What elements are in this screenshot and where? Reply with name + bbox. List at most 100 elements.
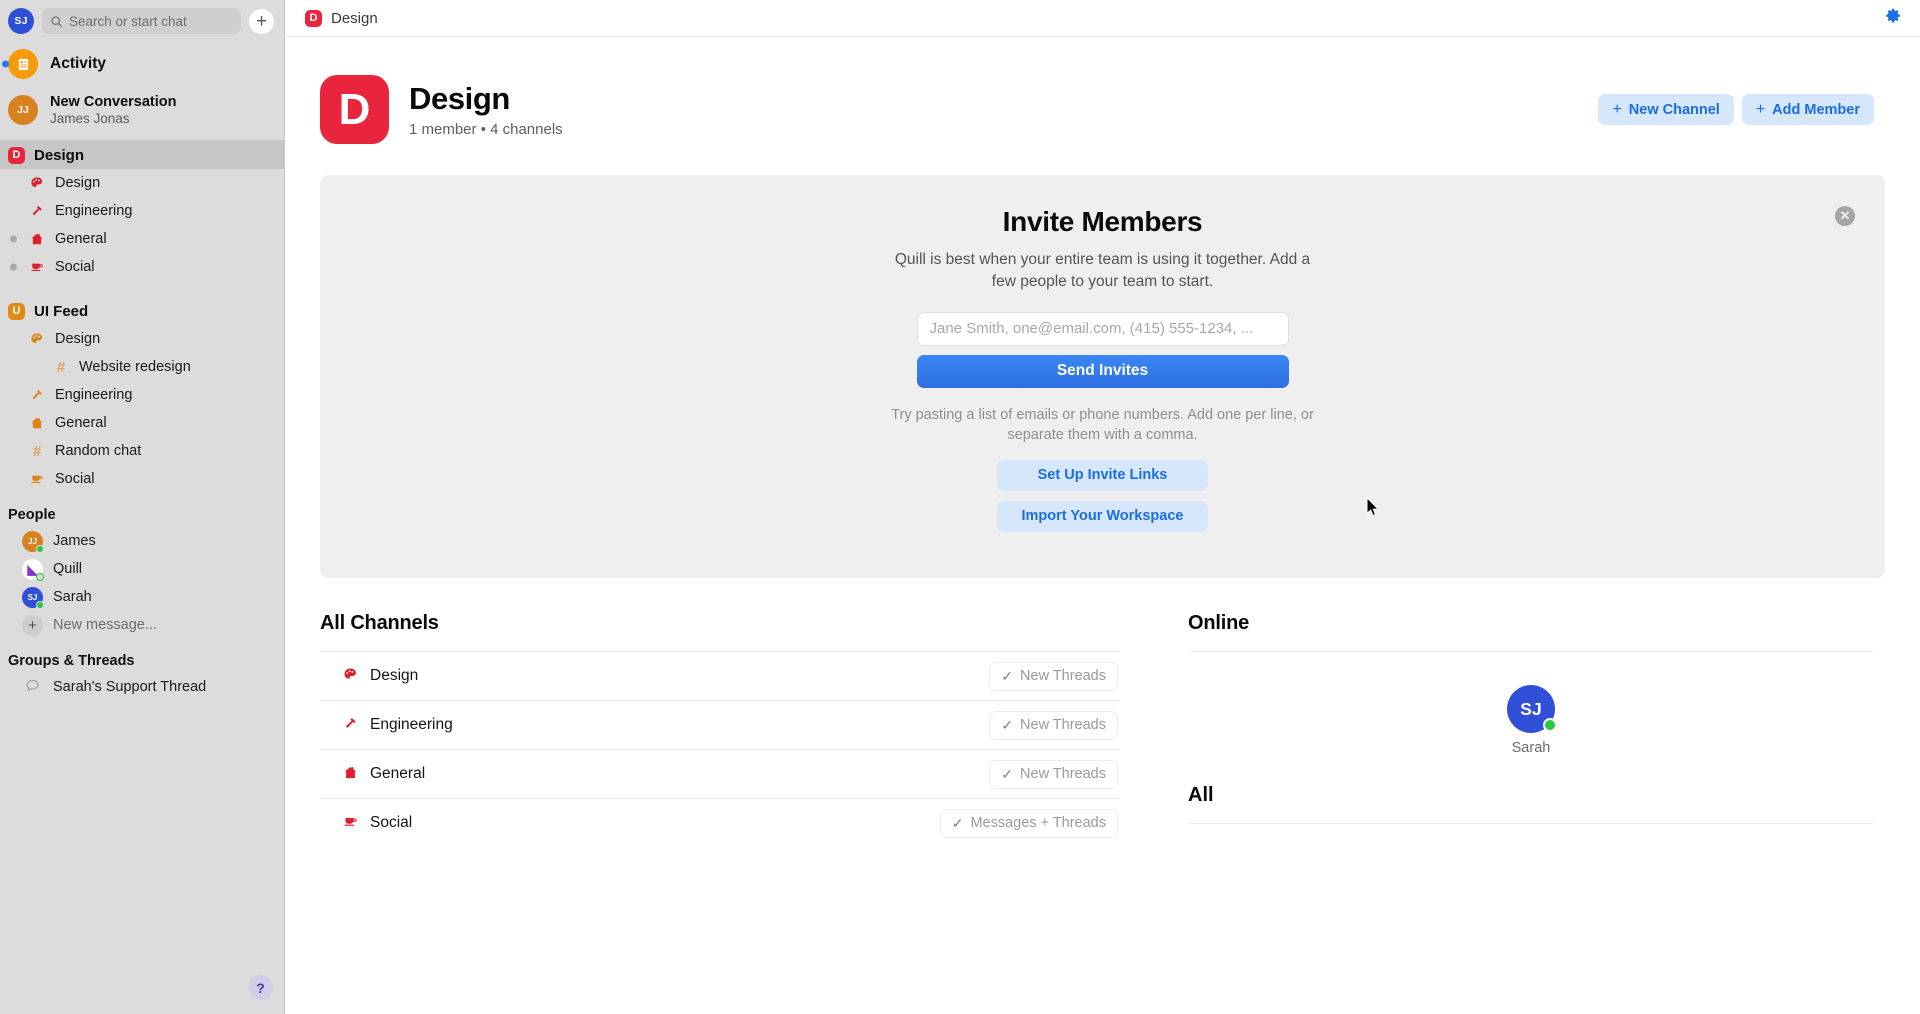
close-icon[interactable]: ✕ xyxy=(1835,206,1855,226)
workspace-avatar: D xyxy=(320,75,389,144)
main-content: D Design D Design 1 member • 4 channels … xyxy=(285,0,1920,1014)
activity-label: Activity xyxy=(50,55,106,72)
channel-unread-dot xyxy=(10,263,17,271)
new-channel-button[interactable]: + New Channel xyxy=(1598,94,1734,125)
status-badge[interactable]: ✓ New Threads xyxy=(989,710,1118,740)
workspace-label-design: Design xyxy=(34,146,85,164)
sidebar-channel-design-engineering[interactable]: Engineering xyxy=(0,197,284,225)
set-up-invite-links-button[interactable]: Set Up Invite Links xyxy=(997,459,1208,491)
top-bar: D Design xyxy=(285,0,1920,37)
status-dot-online xyxy=(1543,718,1557,732)
new-message-label: New message... xyxy=(53,617,157,633)
status-badge[interactable]: ✓ Messages + Threads xyxy=(939,808,1118,838)
sidebar-channel-design-design[interactable]: Design xyxy=(0,169,284,197)
hash-icon: # xyxy=(32,442,42,460)
status-badge[interactable]: ✓ New Threads xyxy=(989,661,1118,691)
sidebar-person-sarah[interactable]: SJ Sarah xyxy=(0,583,284,611)
all-title: All xyxy=(1188,784,1214,806)
lower-section: All Channels Design ✓ New Threads Engine… xyxy=(285,612,1920,847)
search-input[interactable]: Search or start chat xyxy=(42,8,241,34)
sidebar: SJ Search or start chat + Activity JJ Ne… xyxy=(0,0,285,1014)
sidebar-person-quill[interactable]: ◣ Quill xyxy=(0,555,284,583)
online-section: Online SJ Sarah All xyxy=(1120,612,1874,847)
table-row[interactable]: Engineering ✓ New Threads xyxy=(320,700,1120,749)
speech-bubble-icon xyxy=(22,678,43,696)
workspace-label-ui-feed: UI Feed xyxy=(34,302,89,320)
conversation-subtitle: James Jonas xyxy=(50,110,130,126)
sidebar-item-new-conversation[interactable]: JJ New Conversation James Jonas xyxy=(0,86,284,134)
invite-members-card: ✕ Invite Members Quill is best when your… xyxy=(320,175,1885,578)
sidebar-channel-design-general[interactable]: General xyxy=(0,225,284,253)
badge-label: Messages + Threads xyxy=(970,815,1106,831)
app-root: SJ Search or start chat + Activity JJ Ne… xyxy=(0,0,1920,1014)
search-placeholder: Search or start chat xyxy=(69,13,187,29)
help-icon: ? xyxy=(256,979,265,996)
page-title-block: Design 1 member • 4 channels xyxy=(409,81,563,138)
sidebar-item-activity[interactable]: Activity xyxy=(0,42,284,86)
user-avatar[interactable]: SJ xyxy=(8,8,34,34)
new-channel-label: New Channel xyxy=(1628,101,1720,118)
channel-label: Design xyxy=(55,331,101,347)
avatar: SJ xyxy=(1507,685,1557,733)
channel-label: General xyxy=(55,231,107,247)
gear-icon[interactable] xyxy=(1885,7,1902,29)
channel-label: Engineering xyxy=(55,387,133,403)
sidebar-channel-uifeed-social[interactable]: Social xyxy=(0,465,284,493)
mouse-cursor xyxy=(1366,497,1380,517)
coffee-icon xyxy=(28,472,46,486)
sidebar-channel-uifeed-random-chat[interactable]: # Random chat xyxy=(0,437,284,465)
channel-label: Engineering xyxy=(55,203,133,219)
all-channels-list: Design ✓ New Threads Engineering ✓ New T… xyxy=(320,651,1120,847)
person-label: Quill xyxy=(53,561,83,577)
conversation-avatar: JJ xyxy=(8,95,38,125)
user-avatar-initials: SJ xyxy=(14,15,28,27)
badge-label: New Threads xyxy=(1020,766,1106,782)
channel-name: Design xyxy=(370,667,419,684)
sidebar-workspace-design[interactable]: D Design xyxy=(0,141,284,169)
online-title: Online xyxy=(1188,612,1250,634)
conversation-title: New Conversation xyxy=(50,93,177,110)
send-invites-button[interactable]: Send Invites xyxy=(916,354,1289,388)
table-row[interactable]: Social ✓ Messages + Threads xyxy=(320,798,1120,847)
add-member-button[interactable]: + Add Member xyxy=(1741,94,1874,125)
coffee-icon xyxy=(342,814,359,833)
people-section-title: People xyxy=(8,507,56,523)
palette-icon xyxy=(28,332,46,346)
badge-label: New Threads xyxy=(1020,668,1106,684)
topbar-workspace-badge: D xyxy=(305,9,322,27)
page-meta: 1 member • 4 channels xyxy=(409,120,563,138)
person-label: James xyxy=(53,533,96,549)
page-header: D Design 1 member • 4 channels + New Cha… xyxy=(285,37,1920,144)
page-title: Design xyxy=(409,81,510,117)
check-icon: ✓ xyxy=(1001,765,1014,782)
sidebar-person-james[interactable]: JJ James xyxy=(0,527,284,555)
sidebar-channel-design-social[interactable]: Social xyxy=(0,253,284,281)
sidebar-workspace-ui-feed[interactable]: U UI Feed xyxy=(0,297,284,325)
avatar-quill: ◣ xyxy=(22,558,44,581)
table-row[interactable]: Design ✓ New Threads xyxy=(320,651,1120,700)
person-label: Sarah xyxy=(53,589,92,605)
channel-unread-dot xyxy=(10,235,17,243)
invite-input[interactable] xyxy=(916,311,1289,346)
compose-button[interactable]: + xyxy=(249,8,274,34)
check-icon: ✓ xyxy=(951,814,964,831)
sidebar-new-message-button[interactable]: + New message... xyxy=(0,611,284,639)
help-button[interactable]: ? xyxy=(248,975,273,1000)
sidebar-thread-sarahs-support-thread[interactable]: Sarah's Support Thread xyxy=(0,673,284,701)
channel-label: Design xyxy=(55,175,101,191)
online-people-list: SJ Sarah xyxy=(1188,651,1874,756)
channel-name: Social xyxy=(370,814,413,831)
status-badge[interactable]: ✓ New Threads xyxy=(989,759,1118,789)
add-member-label: Add Member xyxy=(1772,101,1860,118)
avatar-sarah: SJ xyxy=(22,586,44,609)
groups-section-title: Groups & Threads xyxy=(8,653,135,669)
sidebar-channel-uifeed-design[interactable]: Design xyxy=(0,325,284,353)
table-row[interactable]: General ✓ New Threads xyxy=(320,749,1120,798)
sidebar-channel-uifeed-website-redesign[interactable]: # Website redesign xyxy=(0,353,284,381)
conversation-text: New Conversation James Jonas xyxy=(50,93,177,128)
hash-icon: # xyxy=(56,358,66,376)
sidebar-channel-uifeed-engineering[interactable]: Engineering xyxy=(0,381,284,409)
sidebar-channel-uifeed-general[interactable]: General xyxy=(0,409,284,437)
list-item[interactable]: SJ Sarah xyxy=(1486,685,1576,756)
import-workspace-button[interactable]: Import Your Workspace xyxy=(997,500,1208,532)
